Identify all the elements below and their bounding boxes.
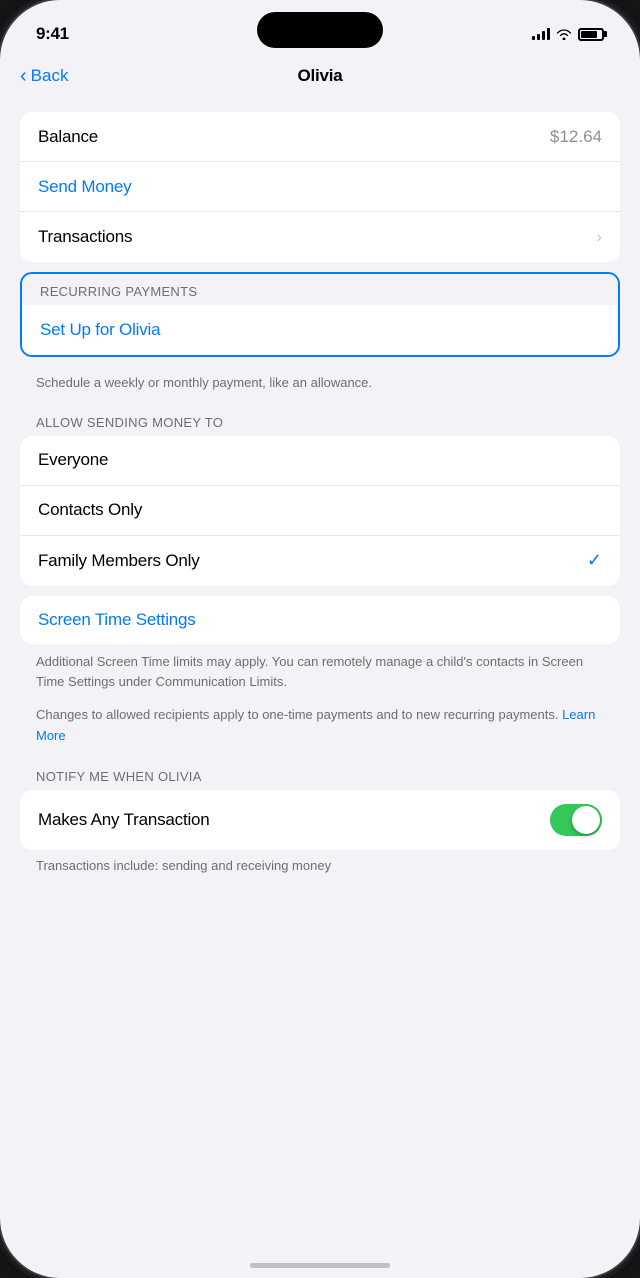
family-checkmark-icon: ✓ [587,550,602,571]
send-money-label: Send Money [38,177,131,197]
allow-section-wrapper: ALLOW SENDING MONEY TO Everyone Contacts… [0,407,640,586]
footer-notes: Additional Screen Time limits may apply.… [0,644,640,761]
setup-row[interactable]: Set Up for Olivia [22,305,618,355]
status-time: 9:41 [36,24,69,44]
footer-note-2: Changes to allowed recipients apply to o… [36,705,604,747]
toggle-thumb [572,806,600,834]
everyone-row[interactable]: Everyone [20,436,620,486]
recurring-payments-section: RECURRING PAYMENTS Set Up for Olivia [20,272,620,357]
allow-header: ALLOW SENDING MONEY TO [0,407,640,436]
signal-icon [532,28,550,40]
notify-header: NOTIFY ME WHEN OLIVIA [0,761,640,790]
back-button[interactable]: ‹ Back [20,66,68,86]
balance-value: $12.64 [550,127,602,147]
content-area: Balance $12.64 Send Money Transactions ›… [0,94,640,1252]
wifi-icon [556,28,572,40]
setup-label: Set Up for Olivia [40,320,160,340]
balance-row: Balance $12.64 [20,112,620,162]
recurring-footer: Schedule a weekly or monthly payment, li… [0,367,640,407]
makes-transaction-row: Makes Any Transaction [20,790,620,850]
footer-note-1: Additional Screen Time limits may apply.… [36,652,604,694]
nav-title: Olivia [297,66,342,86]
back-label: Back [31,66,69,86]
dynamic-island [257,12,383,48]
recurring-footer-text: Schedule a weekly or monthly payment, li… [36,375,372,390]
status-icons [532,28,604,41]
bottom-note-text: Transactions include: sending and receiv… [36,858,331,873]
notify-group: Makes Any Transaction [20,790,620,850]
notify-section: NOTIFY ME WHEN OLIVIA Makes Any Transact… [0,761,640,850]
phone-frame: 9:41 [0,0,640,1278]
nav-bar: ‹ Back Olivia [0,58,640,94]
contacts-only-row[interactable]: Contacts Only [20,486,620,536]
contacts-only-label: Contacts Only [38,500,142,520]
home-indicator [250,1263,390,1268]
transactions-chevron-icon: › [596,227,602,247]
send-money-row[interactable]: Send Money [20,162,620,212]
screen-time-row[interactable]: Screen Time Settings [20,596,620,644]
balance-section: Balance $12.64 Send Money Transactions › [20,112,620,262]
recurring-inner: Set Up for Olivia [22,305,618,355]
allow-group: Everyone Contacts Only Family Members On… [20,436,620,586]
transactions-row[interactable]: Transactions › [20,212,620,262]
family-members-label: Family Members Only [38,551,200,571]
phone-screen: 9:41 [0,0,640,1278]
footer-note-2-text: Changes to allowed recipients apply to o… [36,707,558,722]
recurring-header: RECURRING PAYMENTS [22,274,618,305]
family-members-row[interactable]: Family Members Only ✓ [20,536,620,586]
makes-transaction-toggle[interactable] [550,804,602,836]
makes-transaction-label: Makes Any Transaction [38,810,210,830]
back-chevron-icon: ‹ [20,66,27,86]
transactions-label: Transactions [38,227,132,247]
screen-time-label: Screen Time Settings [38,610,196,630]
bottom-note: Transactions include: sending and receiv… [0,850,640,882]
balance-label: Balance [38,127,98,147]
everyone-label: Everyone [38,450,108,470]
battery-icon [578,28,604,41]
